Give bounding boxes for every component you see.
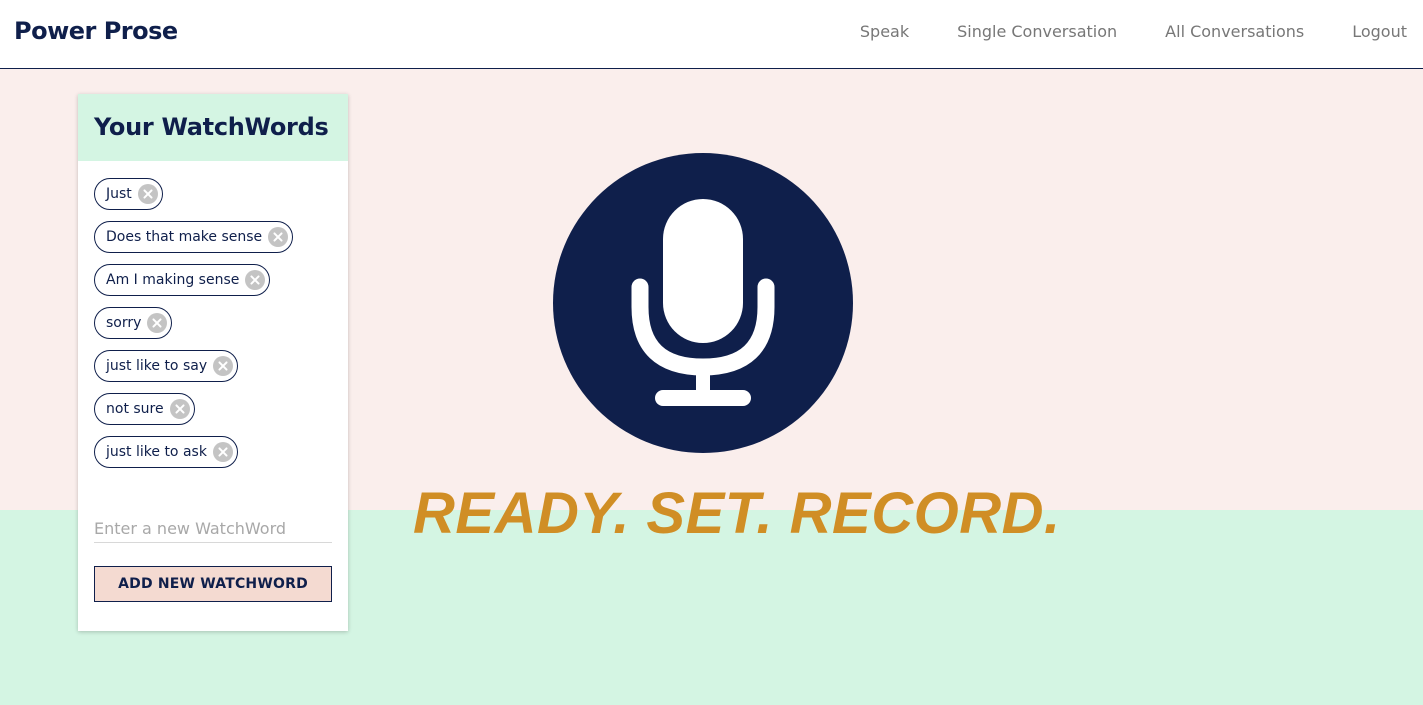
chip-delete-icon[interactable] [169, 399, 190, 419]
nav-link-all-conversations[interactable]: All Conversations [1165, 22, 1304, 41]
watchword-chip-label: sorry [106, 315, 142, 331]
watchword-chip-label: not sure [106, 401, 164, 417]
chip-delete-icon[interactable] [147, 313, 168, 333]
watchword-chip-label: just like to ask [106, 444, 207, 460]
new-watchword-input[interactable] [94, 514, 332, 542]
chip-delete-icon[interactable] [213, 356, 234, 376]
chip-delete-icon[interactable] [137, 184, 158, 204]
watchword-chip-label: just like to say [106, 358, 208, 374]
watchword-chip-list: Just Does that make sense Am I making se… [78, 161, 348, 479]
chip-delete-icon[interactable] [268, 227, 289, 247]
nav-links: Speak Single Conversation All Conversati… [860, 22, 1407, 41]
watchwords-panel: Your WatchWords Just Does that make sens… [78, 94, 348, 631]
watchword-chip: just like to say [94, 350, 239, 382]
brand-logo[interactable]: Power Prose [14, 17, 178, 45]
watchword-chip: Am I making sense [94, 264, 271, 296]
watchword-chip: just like to ask [94, 436, 238, 468]
nav-link-logout[interactable]: Logout [1352, 22, 1407, 41]
record-button[interactable] [553, 153, 853, 453]
watchword-chip-label: Does that make sense [106, 229, 263, 245]
watchwords-title: Your WatchWords [94, 113, 329, 141]
watchword-chip: Just [94, 178, 163, 210]
top-navbar: Power Prose Speak Single Conversation Al… [0, 0, 1423, 69]
nav-link-single-conversation[interactable]: Single Conversation [957, 22, 1117, 41]
record-tagline: READY. SET. RECORD. [413, 481, 1061, 546]
nav-link-speak[interactable]: Speak [860, 22, 909, 41]
watchwords-header: Your WatchWords [78, 94, 348, 161]
add-watchword-button[interactable]: ADD NEW WATCHWORD [94, 566, 332, 602]
watchword-chip: Does that make sense [94, 221, 294, 253]
watchword-chip-label: Just [106, 186, 132, 202]
watchword-chip-label: Am I making sense [106, 272, 240, 288]
chip-delete-icon[interactable] [212, 442, 233, 462]
microphone-icon [631, 199, 775, 406]
watchword-chip: not sure [94, 393, 195, 425]
watchword-input-wrapper [94, 514, 332, 543]
watchword-chip: sorry [94, 307, 173, 339]
chip-delete-icon[interactable] [245, 270, 266, 290]
